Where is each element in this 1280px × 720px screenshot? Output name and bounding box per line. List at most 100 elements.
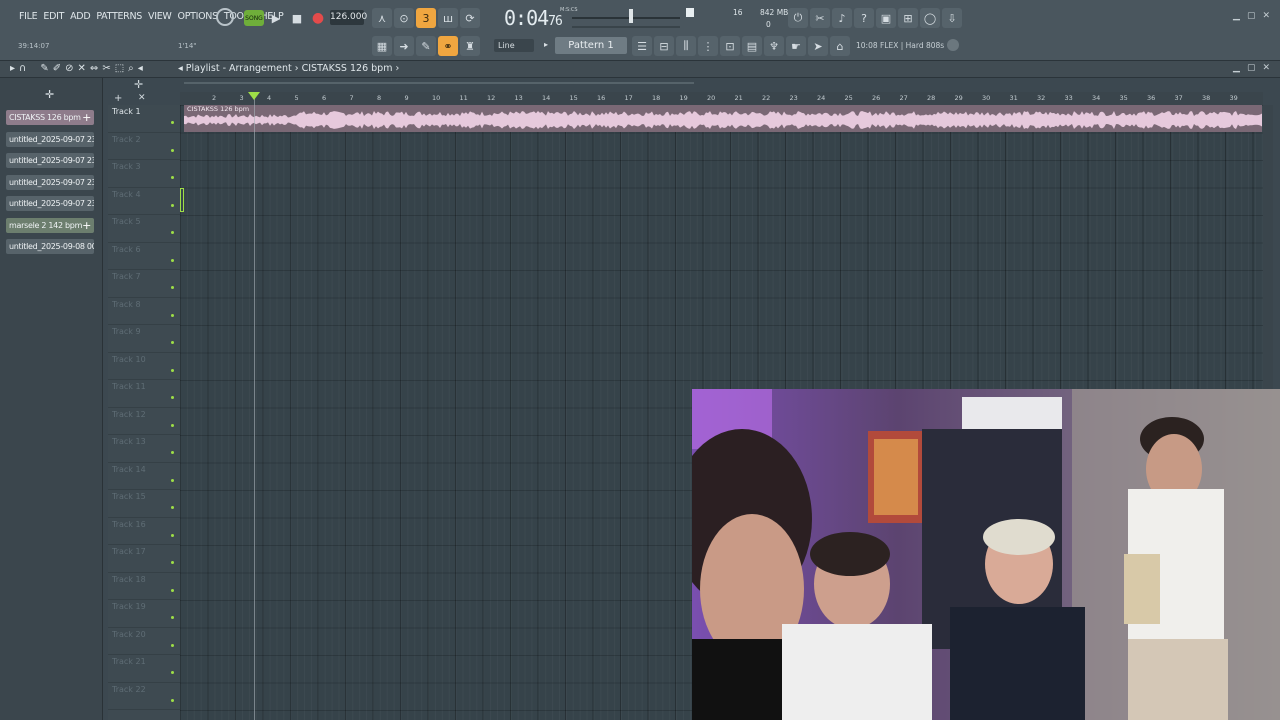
track-mute-led[interactable] — [171, 616, 174, 619]
track-header[interactable]: Track 22 — [108, 683, 180, 710]
track-mute-led[interactable] — [171, 643, 174, 647]
menu-file[interactable]: FILE — [18, 11, 38, 22]
track-mute-led[interactable] — [171, 203, 174, 207]
shop-button[interactable]: ⌂ — [830, 36, 850, 56]
slice-tool-icon[interactable]: ✂ — [102, 63, 110, 74]
menu-edit[interactable]: EDIT — [42, 11, 65, 22]
track-header[interactable]: Track 4 — [108, 188, 180, 215]
playback-tool-icon[interactable]: ◂ — [138, 63, 143, 74]
picker-item[interactable]: untitled_2025-09-07 23-... — [6, 131, 94, 147]
tempo-display[interactable]: 126.000 — [330, 10, 367, 25]
picker-add-icon[interactable]: ✛ — [45, 88, 54, 101]
track-mute-led[interactable] — [171, 286, 174, 289]
track-mute-led[interactable] — [171, 121, 174, 124]
delete-tool-icon[interactable]: ⊘ — [65, 63, 73, 74]
options-arrow-icon[interactable]: ▸ — [10, 63, 15, 74]
track-header[interactable]: Track 1 — [108, 105, 180, 133]
picker-add-icon[interactable]: + — [82, 110, 91, 125]
zoom-tool-icon[interactable]: ⌕ — [128, 63, 134, 74]
track-header[interactable]: Track 6 — [108, 243, 180, 270]
arrow-button[interactable]: ➜ — [394, 36, 414, 56]
piano-roll-button[interactable]: ▦ — [372, 36, 392, 56]
wait-record-button[interactable]: ⊙ — [394, 8, 414, 28]
draw-tool-icon[interactable]: ✎ — [40, 63, 48, 74]
touch-controller-button[interactable]: ☛ — [786, 36, 806, 56]
clipboard-button[interactable]: ▤ — [742, 36, 762, 56]
track-mute-led[interactable] — [171, 176, 174, 179]
menu-add[interactable]: ADD — [69, 11, 91, 22]
track-mute-led[interactable] — [171, 368, 174, 372]
master-pitch-slider[interactable] — [572, 26, 680, 28]
overview-track[interactable] — [184, 82, 694, 84]
send-button[interactable]: ➤ — [808, 36, 828, 56]
countdown-button[interactable]: 3 — [416, 8, 436, 28]
menu-view[interactable]: VIEW — [147, 11, 173, 22]
plugin-button[interactable]: ⊞ — [898, 8, 918, 28]
track-header[interactable]: Track 12 — [108, 408, 180, 435]
metronome-button[interactable]: ⋏ — [372, 8, 392, 28]
picker-item[interactable]: CISTAKSS 126 bpm + — [6, 110, 94, 125]
download-button[interactable]: ⇩ — [942, 8, 962, 28]
record-button[interactable]: ● — [308, 8, 328, 28]
track-mute-led[interactable] — [171, 533, 174, 537]
snap-select[interactable]: Line — [494, 39, 534, 52]
pat-song-knob[interactable] — [216, 8, 234, 26]
master-volume-slider[interactable] — [572, 17, 680, 19]
track-header[interactable]: Track 9 — [108, 325, 180, 353]
help-button[interactable]: ? — [854, 8, 874, 28]
globe-icon[interactable] — [947, 39, 959, 51]
save-button[interactable]: ▣ — [876, 8, 896, 28]
track-mute-led[interactable] — [171, 231, 174, 234]
track-header[interactable]: Track 19 — [108, 600, 180, 628]
playlist-close-icon[interactable]: ✕ — [1262, 63, 1270, 73]
track-mute-led[interactable] — [171, 698, 174, 702]
playlist-maximize-icon[interactable]: ▢ — [1247, 63, 1256, 73]
pencil-button[interactable]: ✎ — [416, 36, 436, 56]
blend-notes-button[interactable]: ш — [438, 8, 458, 28]
stop-button[interactable]: ■ — [287, 8, 307, 28]
track-header[interactable]: Track 20 — [108, 628, 180, 655]
add-track-icon[interactable]: + — [114, 93, 122, 104]
maximize-icon[interactable]: ▢ — [1247, 11, 1256, 21]
project-name[interactable]: CISTAKSS — [302, 63, 347, 74]
magnet-icon[interactable]: ∩ — [19, 63, 26, 74]
channel-rack-button[interactable]: ⊟ — [654, 36, 674, 56]
track-mute-led[interactable] — [171, 258, 174, 262]
track-header[interactable]: Track 18 — [108, 573, 180, 600]
mixer-button[interactable]: ⫼ — [676, 36, 696, 56]
track-header[interactable]: Track 3 — [108, 160, 180, 188]
loop-record-button[interactable]: ⟳ — [460, 8, 480, 28]
slip-tool-icon[interactable]: ⇔ — [90, 63, 98, 74]
track-header[interactable]: Track 2 — [108, 133, 180, 160]
playhead-line[interactable] — [254, 92, 255, 720]
audio-clip[interactable]: CISTAKSS 126 bpm — [184, 105, 1262, 132]
track-header[interactable]: Track 14 — [108, 463, 180, 490]
track-header[interactable]: Track 5 — [108, 215, 180, 243]
picker-item[interactable]: untitled_2025-09-07 23-... — [6, 153, 94, 168]
track-header[interactable]: Track 16 — [108, 518, 180, 545]
overview-scrollbar[interactable]: ✛ — [134, 78, 694, 91]
picker-item[interactable]: untitled_2025-09-07 23-... — [6, 174, 94, 190]
pattern-prev-icon[interactable]: ▸ — [544, 40, 548, 49]
select-tool-icon[interactable]: ⬚ — [115, 63, 124, 74]
playhead-marker[interactable] — [248, 92, 260, 100]
picker-item[interactable]: untitled_2025-09-08 00-... — [6, 239, 94, 254]
browser-button[interactable]: ⋮ — [698, 36, 718, 56]
paint-tool-icon[interactable]: ✐ — [53, 63, 61, 74]
crumb-arrow-icon[interactable]: ◂ — [178, 63, 186, 74]
play-button[interactable]: ▶ — [266, 8, 286, 28]
track-mute-led[interactable] — [171, 451, 174, 454]
track-mute-led[interactable] — [171, 341, 174, 344]
track-mute-led[interactable] — [171, 506, 174, 509]
zoom-handle-icon[interactable]: ✛ — [134, 78, 143, 91]
undo-button[interactable]: ⏻ — [788, 8, 808, 28]
picker-item[interactable]: marsele 2 142 bpm + — [6, 217, 94, 233]
menu-options[interactable]: OPTIONS — [177, 11, 219, 22]
track-mute-led[interactable] — [171, 148, 174, 152]
snap-link-button[interactable]: ⚭ — [438, 36, 458, 56]
plugin-picker-button[interactable]: ♆ — [764, 36, 784, 56]
track-header[interactable]: Track 8 — [108, 298, 180, 325]
track-mute-led[interactable] — [171, 478, 174, 482]
track-mute-led[interactable] — [171, 588, 174, 592]
chat-button[interactable]: ◯ — [920, 8, 940, 28]
